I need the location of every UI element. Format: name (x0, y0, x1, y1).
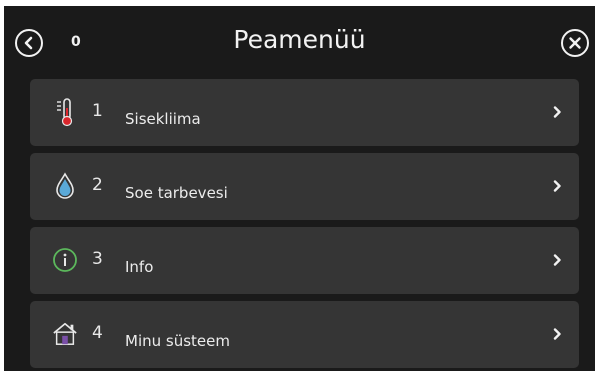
menu-item-label: Minu süsteem (125, 332, 230, 350)
chevron-right-icon (553, 106, 561, 118)
menu-item-number: 1 (92, 101, 103, 121)
house-icon (52, 319, 78, 349)
main-menu-screen: 0 Peamenüü 1 Sisekliima 2 Soe tarbevesi … (4, 6, 595, 371)
chevron-right-icon (553, 254, 561, 266)
menu-item-label: Info (125, 258, 154, 276)
info-icon (52, 245, 78, 275)
menu-item-sisekliima[interactable]: 1 Sisekliima (30, 79, 579, 146)
menu-item-info[interactable]: 3 Info (30, 227, 579, 294)
menu-item-minu-susteem[interactable]: 4 Minu süsteem (30, 301, 579, 368)
header: 0 Peamenüü (4, 6, 595, 76)
close-icon (569, 37, 581, 49)
page-title: Peamenüü (233, 25, 366, 54)
thermometer-icon (52, 97, 78, 127)
chevron-right-icon (553, 328, 561, 340)
close-button[interactable] (561, 29, 589, 57)
menu-item-soe-tarbevesi[interactable]: 2 Soe tarbevesi (30, 153, 579, 220)
menu-item-label: Soe tarbevesi (125, 184, 228, 202)
menu-item-number: 2 (92, 175, 103, 195)
water-drop-icon (52, 171, 78, 201)
menu-item-number: 3 (92, 249, 103, 269)
menu-item-number: 4 (92, 323, 103, 343)
chevron-right-icon (553, 180, 561, 192)
menu-item-label: Sisekliima (125, 110, 201, 128)
